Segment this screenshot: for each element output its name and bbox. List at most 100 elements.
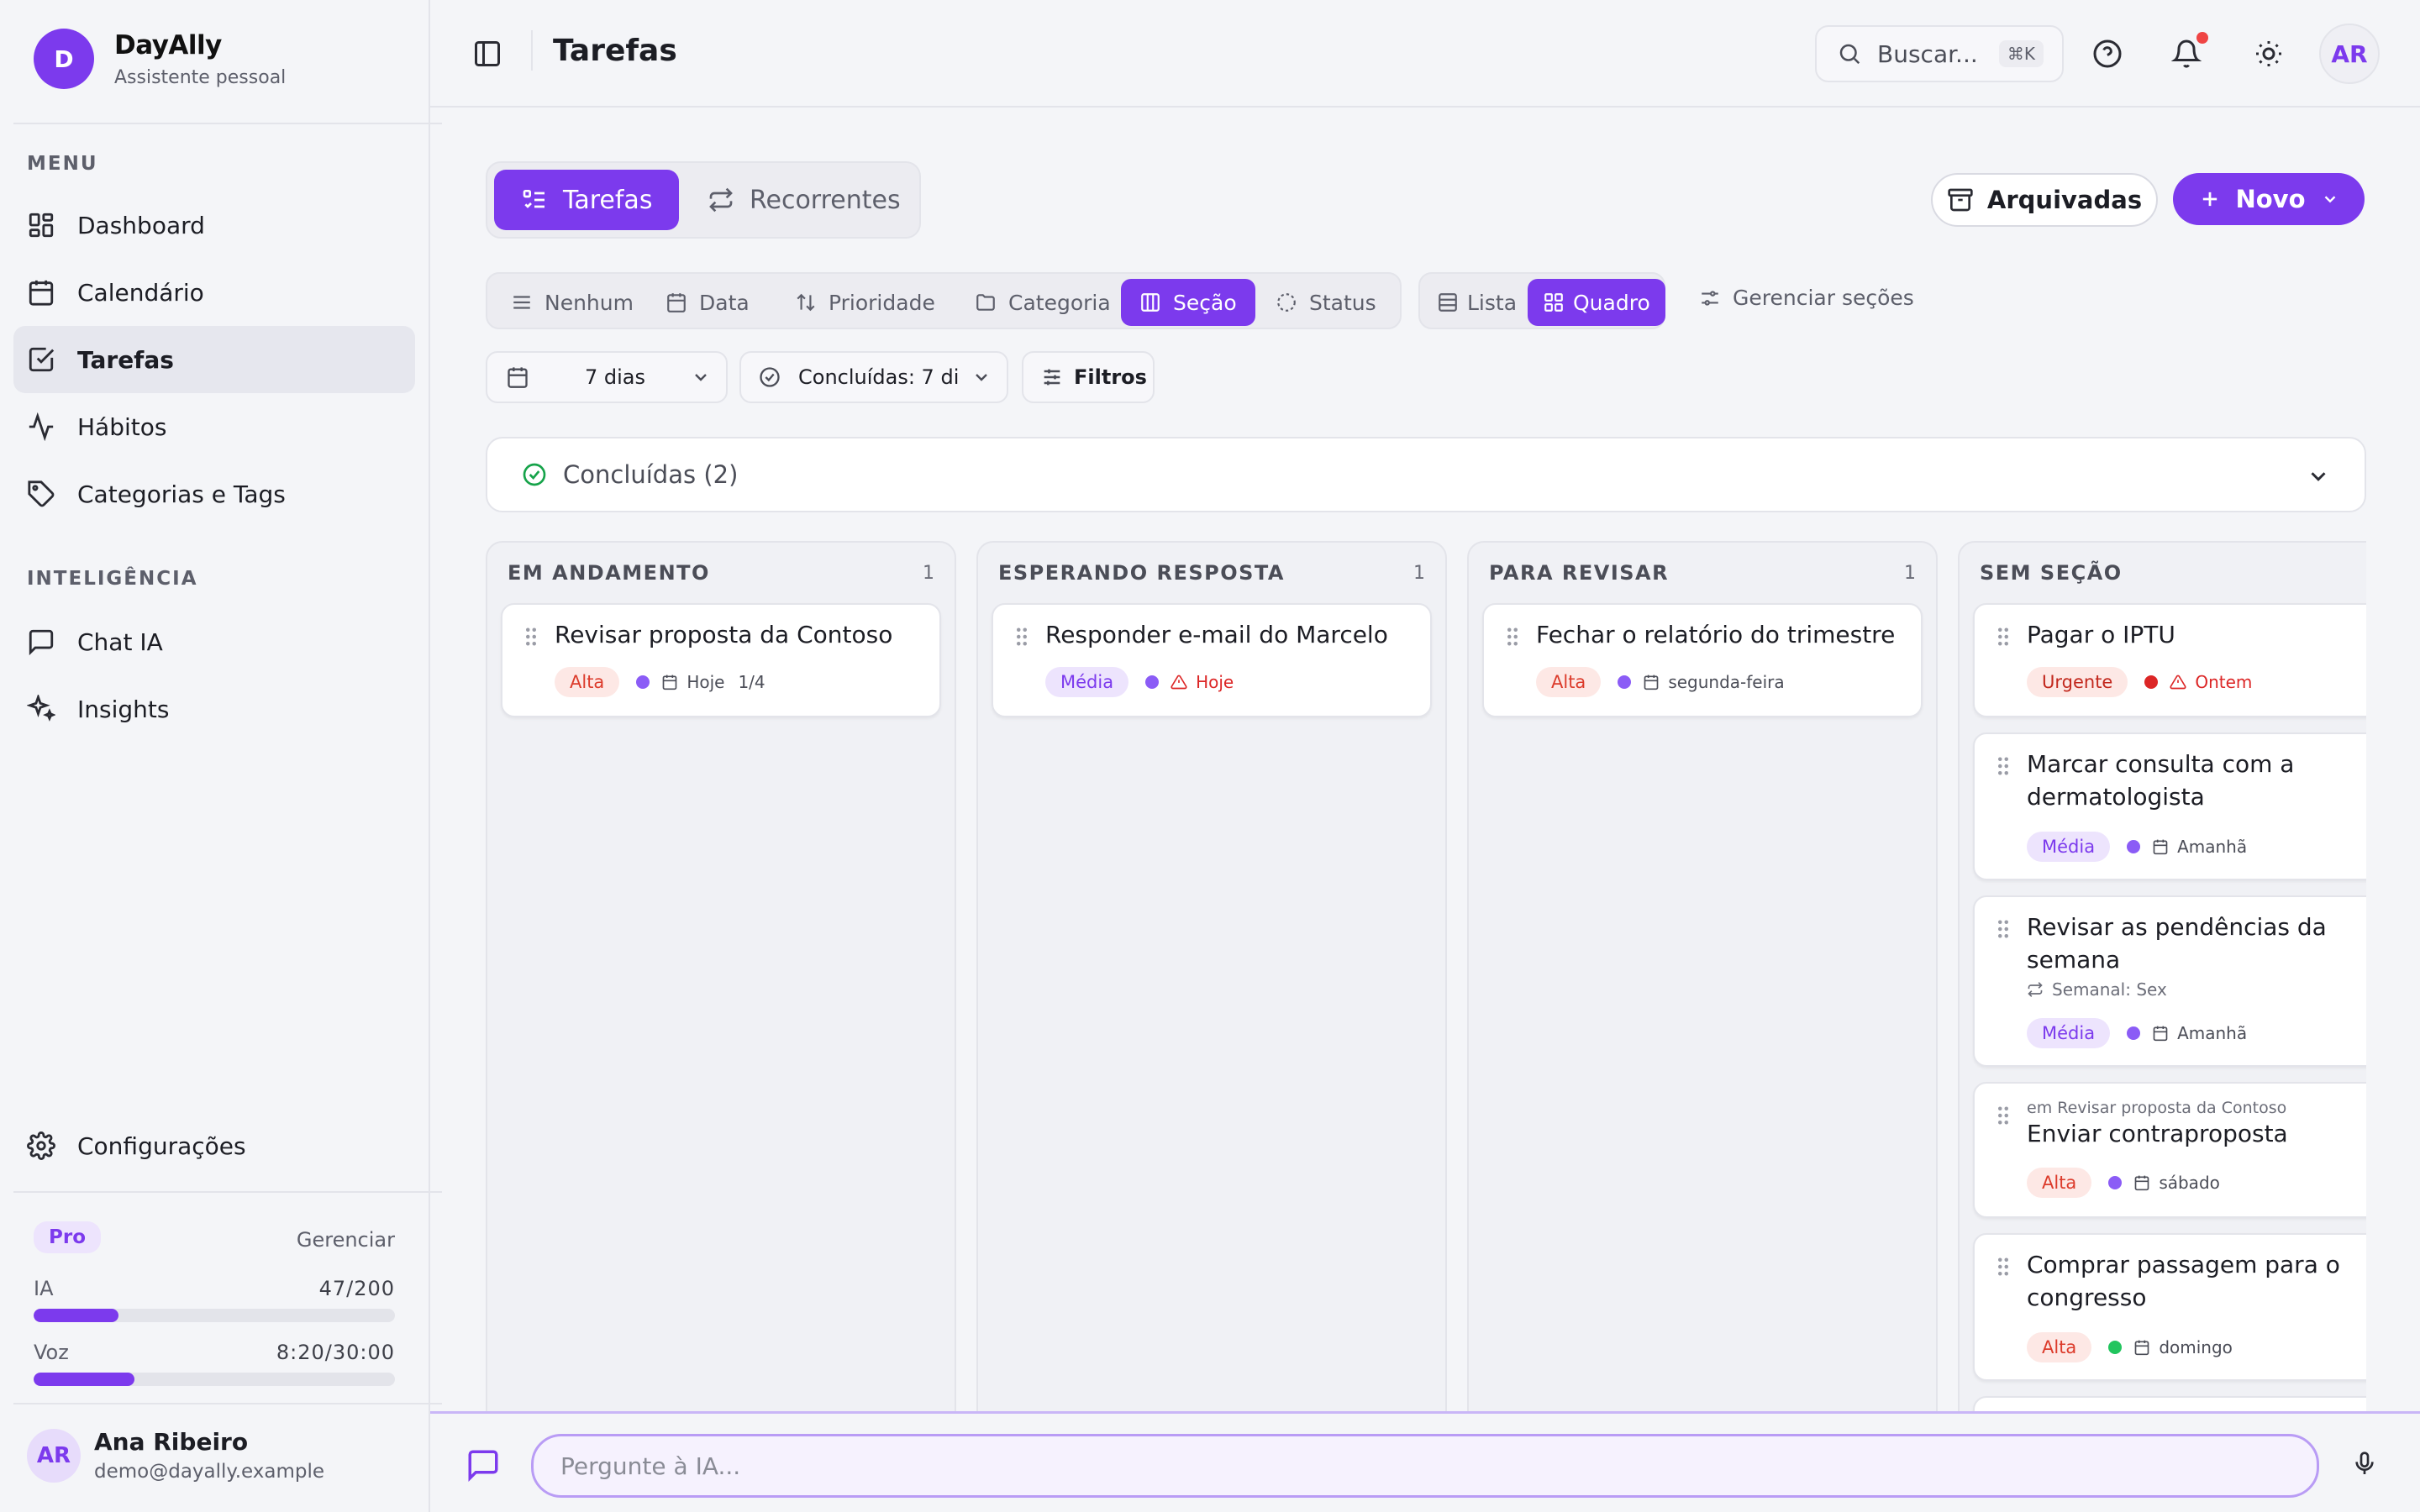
subtask-progress: 1/4: [738, 672, 765, 692]
manage-sections-button[interactable]: Gerenciar seções: [1699, 286, 1914, 310]
task-card[interactable]: Marcar consulta com a dermatologista Méd…: [1973, 732, 2366, 880]
column-count: 1: [923, 563, 934, 584]
task-card[interactable]: Revisar proposta da Contoso Alta Hoje 1/…: [501, 603, 941, 717]
sidebar-item-settings[interactable]: Configurações: [13, 1112, 415, 1179]
sidebar-item-insights[interactable]: Insights: [13, 675, 415, 743]
calendar-icon: [2153, 1026, 2168, 1042]
completed-filter[interactable]: Concluídas: 7 dias: [739, 351, 1008, 403]
option-label: Seção: [1173, 290, 1237, 315]
task-card[interactable]: Revisar as pendências da semana Semanal:…: [1973, 895, 2366, 1067]
category-dot: [2108, 1176, 2123, 1189]
task-card[interactable]: Fechar o relatório do trimestre Alta seg…: [1482, 603, 1923, 717]
tab-recurring[interactable]: Recorrentes: [681, 170, 928, 230]
priority-badge: Média: [1045, 667, 1129, 697]
task-meta: Alta segunda-feira: [1536, 667, 1785, 697]
search-input[interactable]: [1877, 39, 1986, 68]
filters-label: Filtros: [1074, 365, 1147, 389]
sidebar-item-categories[interactable]: Categorias e Tags: [13, 460, 415, 528]
voice-usage-value: 8:20/30:00: [276, 1341, 395, 1364]
ai-prompt-input[interactable]: [531, 1434, 2319, 1498]
plan-badge: Pro: [34, 1221, 102, 1253]
search-icon: [1839, 44, 1860, 65]
tab-tasks[interactable]: Tarefas: [494, 170, 680, 230]
sidebar-item-tasks[interactable]: Tarefas: [13, 326, 415, 393]
group-date-option[interactable]: Data: [647, 279, 768, 326]
sidebar-item-label: Dashboard: [77, 211, 205, 239]
microphone-icon[interactable]: [2351, 1451, 2378, 1478]
check-circle-icon: [523, 463, 546, 486]
option-label: Prioridade: [829, 290, 935, 315]
task-card[interactable]: Responder e-mail do Marcelo Média Hoje: [992, 603, 1432, 717]
bell-icon[interactable]: [2171, 39, 2202, 69]
chat-icon[interactable]: [466, 1447, 501, 1483]
user-profile[interactable]: AR Ana Ribeiro demo@dayally.example: [27, 1428, 324, 1483]
view-board-option[interactable]: Quadro: [1528, 279, 1665, 326]
user-name: Ana Ribeiro: [94, 1428, 249, 1456]
filters-button[interactable]: Filtros: [1022, 351, 1155, 403]
due-date: Amanhã: [2177, 1023, 2248, 1043]
brand-name: DayAlly: [114, 29, 222, 60]
task-meta: Alta sábado: [2027, 1168, 2220, 1198]
group-category-option[interactable]: Categoria: [956, 279, 1129, 326]
drag-handle-icon[interactable]: [1995, 1257, 2012, 1277]
filter-sliders-icon: [1044, 369, 1060, 386]
mode-tabs: Tarefas Recorrentes: [486, 161, 921, 239]
archived-button[interactable]: Arquivadas: [1931, 173, 2158, 227]
completed-section[interactable]: Concluídas (2): [486, 437, 2366, 512]
chevron-down-icon[interactable]: [2306, 464, 2331, 489]
avatar[interactable]: AR: [2319, 24, 2380, 84]
menu-section-label: MENU: [27, 153, 98, 175]
task-card[interactable]: Comprar passagem para o congresso Alta d…: [1973, 1233, 2366, 1381]
drag-handle-icon[interactable]: [1995, 1105, 2012, 1126]
divider: [531, 30, 533, 71]
warning-icon: [1171, 675, 1187, 690]
task-card[interactable]: em Revisar proposta da Contoso Enviar co…: [1973, 1082, 2366, 1218]
list-icon: [513, 296, 530, 309]
sidebar-item-dashboard[interactable]: Dashboard: [13, 192, 415, 259]
tag-icon: [28, 480, 55, 507]
brand[interactable]: D DayAlly Assistente pessoal: [34, 29, 286, 89]
priority-badge: Urgente: [2027, 667, 2128, 697]
search-box[interactable]: ⌘K: [1815, 25, 2064, 82]
intelligence-section-label: INTELIGÊNCIA: [27, 568, 198, 590]
due-date: segunda-feira: [1668, 672, 1785, 692]
sidebar-item-habits[interactable]: Hábitos: [13, 393, 415, 460]
brand-subtitle: Assistente pessoal: [114, 66, 287, 88]
group-section-option[interactable]: Seção: [1121, 279, 1255, 326]
view-selector: Lista Quadro: [1418, 272, 1665, 329]
task-title: Comprar passagem para o congresso: [2027, 1251, 2340, 1311]
help-icon[interactable]: [2092, 39, 2123, 69]
drag-handle-icon[interactable]: [1995, 627, 2012, 647]
sidebar-item-chat[interactable]: Chat IA: [13, 608, 415, 675]
parent-task-label: em Revisar proposta da Contoso: [2027, 1099, 2287, 1117]
new-label: Novo: [2235, 185, 2306, 213]
topbar: Tarefas ⌘K AR: [430, 0, 2420, 108]
drag-handle-icon[interactable]: [1013, 627, 1030, 647]
manage-plan-link[interactable]: Gerenciar: [297, 1228, 395, 1252]
drag-handle-icon[interactable]: [523, 627, 539, 647]
column-title: PARA REVISAR: [1489, 561, 1670, 585]
group-priority-option[interactable]: Prioridade: [776, 279, 954, 326]
brand-logo: D: [34, 29, 94, 89]
sidebar-toggle-icon[interactable]: [472, 39, 502, 69]
divider: [13, 1403, 442, 1404]
drag-handle-icon[interactable]: [1504, 627, 1521, 647]
voice-usage-label: Voz: [34, 1341, 69, 1364]
view-list-option[interactable]: Lista: [1425, 279, 1528, 326]
sidebar-item-calendar[interactable]: Calendário: [13, 259, 415, 326]
category-dot: [2108, 1341, 2123, 1354]
category-dot: [1145, 675, 1160, 689]
calendar-icon: [2134, 1175, 2149, 1191]
drag-handle-icon[interactable]: [1995, 919, 2012, 939]
column-title: ESPERANDO RESPOSTA: [998, 561, 1286, 585]
sidebar-item-label: Insights: [77, 695, 170, 723]
drag-handle-icon[interactable]: [1995, 756, 2012, 776]
voice-usage-bar: [34, 1373, 395, 1386]
group-status-option[interactable]: Status: [1257, 279, 1395, 326]
sun-icon[interactable]: [2254, 39, 2284, 69]
new-button[interactable]: Novo: [2173, 173, 2365, 225]
period-filter[interactable]: 7 dias: [486, 351, 728, 403]
task-card[interactable]: Pagar o IPTU Urgente Ontem: [1973, 603, 2366, 717]
group-none-option[interactable]: Nenhum: [492, 279, 652, 326]
sliders-icon: [1702, 290, 1718, 306]
